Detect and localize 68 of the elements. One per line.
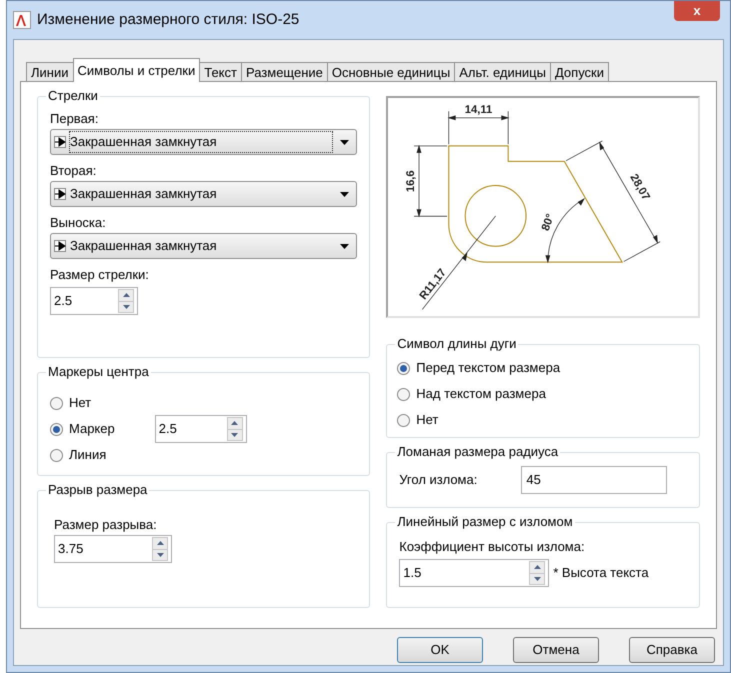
- radio-label: Перед текстом размера: [416, 359, 560, 378]
- group-title: Разрыв размера: [46, 482, 150, 498]
- app-logo-icon: [13, 11, 31, 29]
- tab[interactable]: Размещение: [240, 62, 328, 82]
- tab[interactable]: Допуски: [550, 62, 610, 82]
- tab[interactable]: Основные единицы: [326, 62, 456, 82]
- spin-buttons[interactable]: [152, 537, 168, 561]
- radio-label: Над текстом размера: [416, 385, 546, 404]
- arrowhead-dropdown[interactable]: Закрашенная замкнутая: [50, 129, 358, 155]
- dialog-button[interactable]: Отмена: [513, 637, 599, 663]
- filled-arrow-icon: [54, 240, 66, 252]
- close-button[interactable]: x: [674, 1, 720, 21]
- arrowhead-dropdown[interactable]: Закрашенная замкнутая: [50, 181, 358, 207]
- down-arrow-icon: [156, 552, 164, 557]
- number-field[interactable]: 3.75: [54, 535, 172, 563]
- tab[interactable]: Линии: [26, 62, 74, 82]
- field-label: Размер стрелки:: [50, 266, 150, 284]
- window-title: Изменение размерного стиля: ISO-25: [37, 10, 300, 30]
- spin-buttons[interactable]: [529, 561, 546, 585]
- field-label: Выноска:: [50, 214, 107, 232]
- dropdown-value: Закрашенная замкнутая: [69, 131, 334, 153]
- radio-label: Маркер: [69, 420, 115, 438]
- dialog-button[interactable]: OK: [397, 637, 483, 663]
- up-arrow-icon: [156, 541, 164, 546]
- radio-button[interactable]: [50, 396, 63, 410]
- angle-field[interactable]: 45: [521, 466, 668, 494]
- field-label: Размер разрыва:: [54, 516, 158, 534]
- number-field[interactable]: 1.5: [399, 559, 550, 587]
- up-arrow-icon: [534, 565, 541, 570]
- field-label: Угол излома:: [399, 471, 478, 490]
- group-title: Маркеры центра: [46, 364, 151, 380]
- group-title: Стрелки: [46, 88, 100, 104]
- field-label: Вторая:: [50, 162, 98, 180]
- field-label: Первая:: [50, 110, 100, 128]
- down-arrow-icon: [534, 576, 541, 581]
- group-title: Линейный размер с изломом: [395, 514, 575, 530]
- tab[interactable]: Символы и стрелки: [72, 58, 200, 82]
- dropdown-value: Закрашенная замкнутая: [69, 185, 218, 204]
- spin-buttons[interactable]: [226, 417, 243, 441]
- radio-button[interactable]: [397, 388, 410, 400]
- suffix-note: * Высота текста: [553, 564, 649, 582]
- group-title: Символ длины дуги: [395, 336, 518, 352]
- dialog-button[interactable]: Справка: [629, 637, 715, 663]
- tab[interactable]: Альт. единицы: [454, 62, 551, 82]
- dropdown-arrow-icon: [340, 192, 350, 196]
- radio-label: Нет: [69, 394, 92, 412]
- dropdown-arrow-icon: [340, 244, 350, 248]
- radio-button[interactable]: [50, 448, 63, 462]
- field-label: Коэффициент высоты излома:: [399, 538, 586, 556]
- radio-label: Нет: [416, 411, 438, 430]
- tab[interactable]: Текст: [199, 62, 242, 82]
- arrowhead-dropdown[interactable]: Закрашенная замкнутая: [50, 233, 358, 259]
- radio-label: Линия: [69, 446, 106, 464]
- filled-arrow-icon: [54, 136, 66, 148]
- filled-arrow-icon: [54, 188, 66, 200]
- spin-buttons[interactable]: [118, 289, 134, 313]
- number-field[interactable]: 2.5: [154, 415, 247, 443]
- down-arrow-icon: [231, 432, 238, 437]
- radio-button[interactable]: [397, 414, 410, 426]
- down-arrow-icon: [122, 304, 130, 309]
- number-field[interactable]: 2.5: [50, 287, 138, 315]
- radio-button[interactable]: [50, 422, 63, 436]
- up-arrow-icon: [122, 293, 130, 298]
- dropdown-arrow-icon: [340, 140, 350, 144]
- dropdown-value: Закрашенная замкнутая: [69, 237, 218, 256]
- radio-button[interactable]: [397, 362, 410, 374]
- up-arrow-icon: [231, 421, 238, 426]
- group-title: Ломаная размера радиуса: [395, 444, 560, 460]
